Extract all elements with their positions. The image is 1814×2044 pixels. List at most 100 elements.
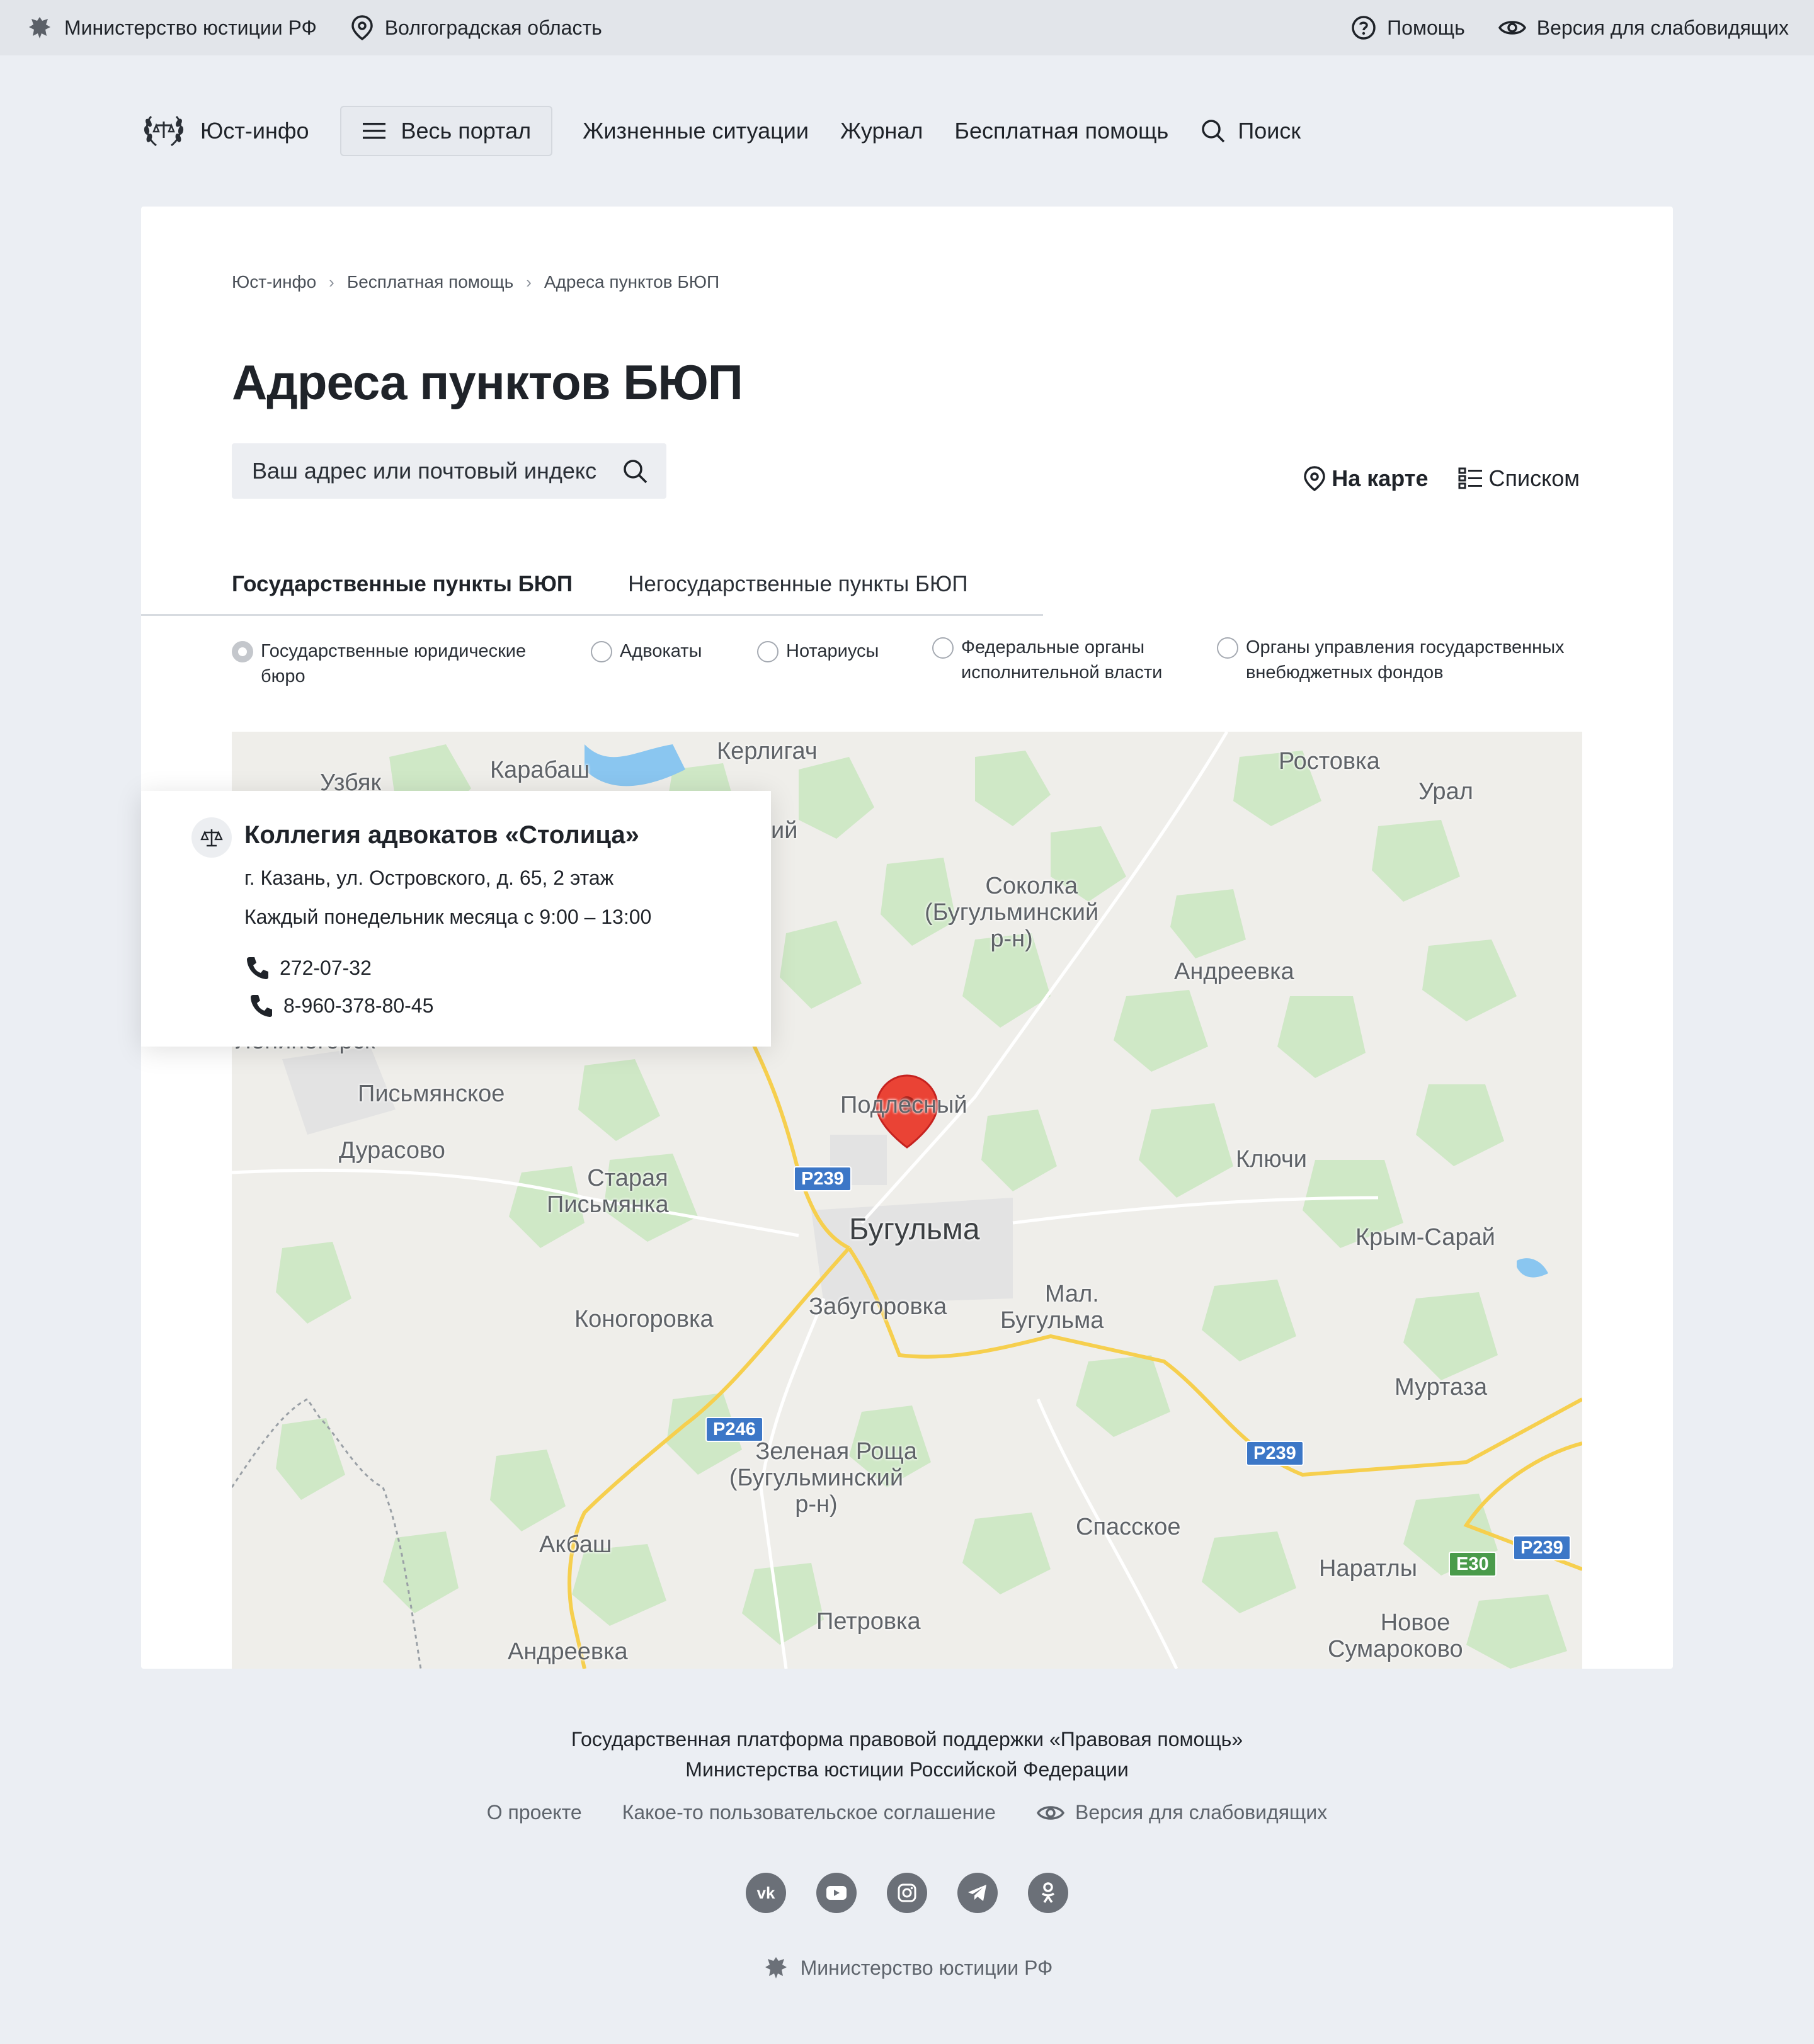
phone-icon [244, 955, 271, 981]
map-place-label: Андреевка [508, 1638, 628, 1665]
chevron-right-icon: › [329, 272, 334, 292]
popup-title: Коллегия адвокатов «Столица» [244, 821, 639, 849]
footer-brand-label: Министерство юстиции РФ [800, 1956, 1053, 1979]
filter-state-bureaus[interactable]: Государственные юридические бюро [232, 639, 534, 689]
nav-link-free-help[interactable]: Бесплатная помощь [954, 118, 1168, 144]
map-place-label: Муртаза [1395, 1374, 1488, 1400]
location-pin-icon [1303, 465, 1326, 492]
help-label: Помощь [1387, 16, 1465, 39]
region-label: Волгоградская область [384, 16, 602, 39]
nav-search[interactable]: Поиск [1200, 118, 1301, 144]
popup-phone[interactable]: 8-960-378-80-45 [248, 992, 433, 1019]
breadcrumb: Юст-инфо › Бесплатная помощь › Адреса пу… [232, 272, 719, 292]
popup-schedule: Каждый понедельник месяца с 9:00 – 13:00 [244, 906, 652, 928]
road-shield: Р239 [1246, 1441, 1304, 1466]
popup-phone-number: 272-07-32 [280, 956, 372, 979]
scales-icon [191, 817, 232, 858]
map-place-label: Наратлы [1319, 1555, 1418, 1582]
footer-line: Министерства юстиции Российской Федераци… [685, 1758, 1129, 1781]
chevron-right-icon: › [526, 272, 532, 292]
phone-icon [248, 992, 275, 1019]
map-place-label: Карабаш [490, 757, 590, 783]
road-shield: Р239 [794, 1166, 852, 1191]
nav-link-life-situations[interactable]: Жизненные ситуации [583, 118, 809, 144]
map-place-label: Старая Письмянка [547, 1138, 669, 1244]
map-place-label: Ключи [1236, 1146, 1307, 1172]
map-place-label: Андреевка [1174, 958, 1294, 985]
road-shield: E30 [1449, 1552, 1497, 1577]
location-popup: Коллегия адвокатов «Столица» г. Казань, … [141, 791, 771, 1047]
odnoklassniki-icon[interactable] [1028, 1873, 1068, 1913]
filter-label: Федеральные органы исполнительной власти [961, 637, 1163, 683]
breadcrumb-item[interactable]: Юст-инфо [232, 272, 316, 292]
map-place-text: Мал. Бугульма [1000, 1281, 1104, 1334]
filter-label: Адвокаты [620, 641, 702, 661]
breadcrumb-item[interactable]: Бесплатная помощь [347, 272, 513, 292]
accessibility-link[interactable]: Версия для слабовидящих [1498, 16, 1789, 40]
footer-text: Государственная платформа правовой подде… [0, 1724, 1814, 1785]
radio-selected[interactable] [232, 641, 253, 662]
radio[interactable] [1217, 637, 1238, 659]
footer-link-agreement[interactable]: Какое-то пользовательское соглашение [622, 1801, 996, 1824]
tab-state-points[interactable]: Государственные пункты БЮП [232, 563, 573, 614]
map-place-text: Новое Сумароково [1328, 1610, 1463, 1662]
radio[interactable] [591, 641, 612, 662]
map-place-label: Дурасово [339, 1137, 445, 1164]
search-icon[interactable] [621, 457, 649, 485]
map-place-label: Мал. Бугульма [1000, 1254, 1104, 1360]
all-portal-label: Весь портал [401, 118, 532, 144]
location-pin-icon [350, 14, 375, 42]
view-map-button[interactable]: На карте [1303, 465, 1428, 492]
filter-notaries[interactable]: Нотариусы [757, 639, 879, 664]
view-switch: На карте Списком [1303, 465, 1580, 492]
popup-phone[interactable]: 272-07-32 [244, 955, 372, 981]
telegram-icon[interactable] [957, 1873, 998, 1913]
map-place-text: Старая Письмянка [547, 1165, 669, 1218]
map-place-label: Подлесный [840, 1092, 967, 1118]
help-link[interactable]: Помощь [1350, 14, 1465, 41]
map-place-label: Акбаш [539, 1531, 612, 1558]
hamburger-icon [362, 121, 387, 141]
address-search-input[interactable]: Ваш адрес или почтовый индекс [232, 443, 666, 499]
view-map-label: На карте [1332, 465, 1429, 491]
map-place-label: Спасское [1076, 1514, 1181, 1540]
site-logo[interactable]: Юст-инфо [140, 110, 309, 152]
footer-brand[interactable]: Министерство юстиции РФ [0, 1953, 1814, 1982]
instagram-icon[interactable] [887, 1873, 927, 1913]
map-place-label: Коногоровка [574, 1306, 714, 1332]
eye-icon [1036, 1802, 1065, 1824]
radio[interactable] [757, 641, 779, 662]
map-place-label: Крым-Сарай [1355, 1224, 1495, 1251]
road-shield: Р239 [1513, 1535, 1571, 1560]
eagle-emblem-icon [25, 13, 54, 42]
map-place-label: Бугульма [849, 1213, 980, 1246]
ministry-link[interactable]: Министерство юстиции РФ [25, 13, 317, 42]
vk-icon[interactable]: vk [746, 1873, 786, 1913]
map-place-label: Соколка (Бугульминский р-н) [925, 846, 1098, 979]
all-portal-button[interactable]: Весь портал [340, 106, 553, 156]
question-circle-icon [1350, 14, 1377, 41]
page-title: Адреса пунктов БЮП [232, 355, 743, 410]
youtube-icon[interactable] [816, 1873, 857, 1913]
region-selector[interactable]: Волгоградская область [350, 14, 602, 42]
radio[interactable] [932, 637, 954, 659]
filter-label: Государственные юридические бюро [261, 641, 527, 686]
map-place-label: Ростовка [1279, 748, 1380, 775]
popup-address: г. Казань, ул. Островского, д. 65, 2 эта… [244, 866, 614, 889]
map-place-text: Соколка (Бугульминский р-н) [925, 873, 1099, 952]
map-place-text: Зеленая Роща (Бугульминский р-н) [729, 1438, 917, 1518]
filter-lawyers[interactable]: Адвокаты [591, 639, 702, 664]
footer-link-about[interactable]: О проекте [487, 1801, 582, 1824]
social-links: vk [0, 1873, 1814, 1913]
filter-offbudget-funds[interactable]: Органы управления государственных внебюд… [1217, 635, 1582, 685]
tab-nonstate-points[interactable]: Негосударственные пункты БЮП [628, 563, 967, 614]
view-list-button[interactable]: Списком [1458, 465, 1580, 492]
footer-link-accessibility[interactable]: Версия для слабовидящих [1036, 1801, 1327, 1824]
top-bar: Министерство юстиции РФ Волгоградская об… [0, 0, 1814, 55]
nav-link-journal[interactable]: Журнал [840, 118, 923, 144]
map-place-label: Керлигач [717, 738, 818, 764]
map-place-label: Письмянское [358, 1081, 505, 1107]
map-place-label: Урал [1418, 778, 1473, 805]
filter-federal-bodies[interactable]: Федеральные органы исполнительной власти [932, 635, 1184, 685]
accessibility-label: Версия для слабовидящих [1536, 16, 1789, 39]
